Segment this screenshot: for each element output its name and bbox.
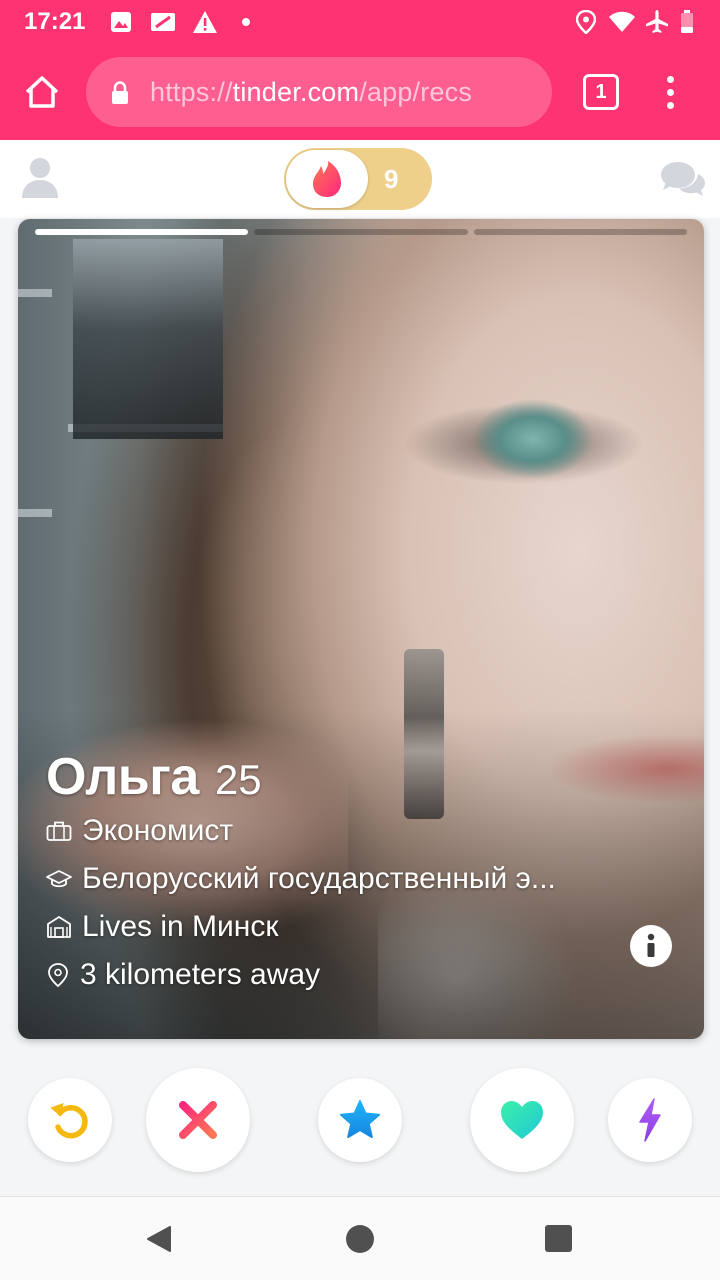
background-photo-frame [73, 239, 223, 439]
status-bar: 17:21 [0, 0, 720, 44]
info-icon [647, 933, 655, 957]
home-button[interactable] [20, 70, 64, 114]
browser-toolbar: https://tinder.com/app/recs 1 [0, 44, 720, 140]
super-like-button[interactable] [318, 1078, 402, 1162]
location-row: Lives in Минск [46, 903, 626, 951]
school-row: Белорусский государственный э... [46, 855, 626, 903]
tab-switcher-button[interactable]: 1 [583, 74, 619, 110]
location-icon [576, 10, 596, 34]
boost-button[interactable] [608, 1078, 692, 1162]
graduation-cap-icon [46, 870, 72, 888]
battery-low-icon [680, 10, 694, 34]
url-scheme: https:// [150, 77, 233, 107]
address-bar[interactable]: https://tinder.com/app/recs [86, 57, 552, 127]
star-icon [340, 1100, 380, 1138]
menu-dot-icon [666, 88, 674, 96]
status-time: 17:21 [24, 8, 86, 35]
home-icon [25, 76, 59, 108]
job-row: Экономист [46, 807, 626, 855]
close-icon [179, 1101, 217, 1139]
background-shelf [18, 289, 52, 297]
profile-button[interactable] [20, 156, 60, 200]
menu-dot-icon [666, 75, 674, 83]
briefcase-icon [46, 821, 72, 841]
building-icon [47, 916, 71, 938]
job-text: Экономист [82, 814, 234, 847]
user-icon [22, 158, 58, 198]
chat-icon [661, 162, 705, 196]
lives-in-text: Lives in Минск [82, 910, 279, 943]
info-button[interactable] [630, 925, 672, 967]
flame-tab[interactable] [286, 150, 368, 208]
boost-count: 9 [384, 164, 399, 194]
overflow-menu-button[interactable] [652, 66, 688, 118]
photo-progress-segment[interactable] [35, 229, 249, 235]
flame-icon [313, 161, 341, 197]
dot-icon [240, 10, 252, 34]
image-icon [110, 10, 132, 34]
profile-info: Ольга 25 Экономист Белорусский государст… [46, 747, 626, 999]
warning-icon [192, 10, 218, 34]
distance-text: 3 kilometers away [80, 958, 321, 991]
app-header: 9 [0, 140, 720, 218]
lock-icon [110, 81, 130, 110]
url-path: /app/recs [359, 77, 473, 107]
background-shelf [18, 509, 52, 517]
rewind-button[interactable] [28, 1078, 112, 1162]
home-circle-button[interactable] [346, 1225, 374, 1253]
rewind-icon [50, 1102, 88, 1139]
school-text: Белорусский государственный э... [82, 862, 556, 895]
menu-dot-icon [666, 101, 674, 109]
messages-button[interactable] [660, 160, 706, 200]
photo-progress-segment[interactable] [473, 229, 687, 235]
heart-icon [501, 1101, 543, 1139]
name-age-row: Ольга 25 [46, 747, 626, 807]
signal-off-icon [150, 10, 176, 34]
photo-progress-segment[interactable] [254, 229, 468, 235]
back-triangle-icon [147, 1226, 171, 1252]
profile-card[interactable]: Ольга 25 Экономист Белорусский государст… [18, 219, 704, 1039]
recents-button[interactable] [545, 1225, 572, 1252]
photo-progress [35, 229, 687, 235]
discovery-toggle[interactable]: 9 [284, 148, 432, 210]
profile-age: 25 [214, 756, 262, 803]
like-button[interactable] [470, 1068, 574, 1172]
distance-row: 3 kilometers away [46, 951, 626, 999]
url-host: tinder.com [232, 77, 360, 107]
system-nav-bar [0, 1196, 720, 1280]
profile-name: Ольга [46, 748, 199, 806]
nope-button[interactable] [146, 1068, 250, 1172]
url-text: https://tinder.com/app/recs [150, 77, 472, 108]
tab-count: 1 [595, 80, 607, 103]
airplane-icon [644, 10, 670, 34]
wifi-icon [608, 10, 636, 34]
lightning-icon [639, 1098, 661, 1142]
back-button[interactable] [146, 1225, 172, 1258]
map-pin-icon [48, 963, 68, 988]
